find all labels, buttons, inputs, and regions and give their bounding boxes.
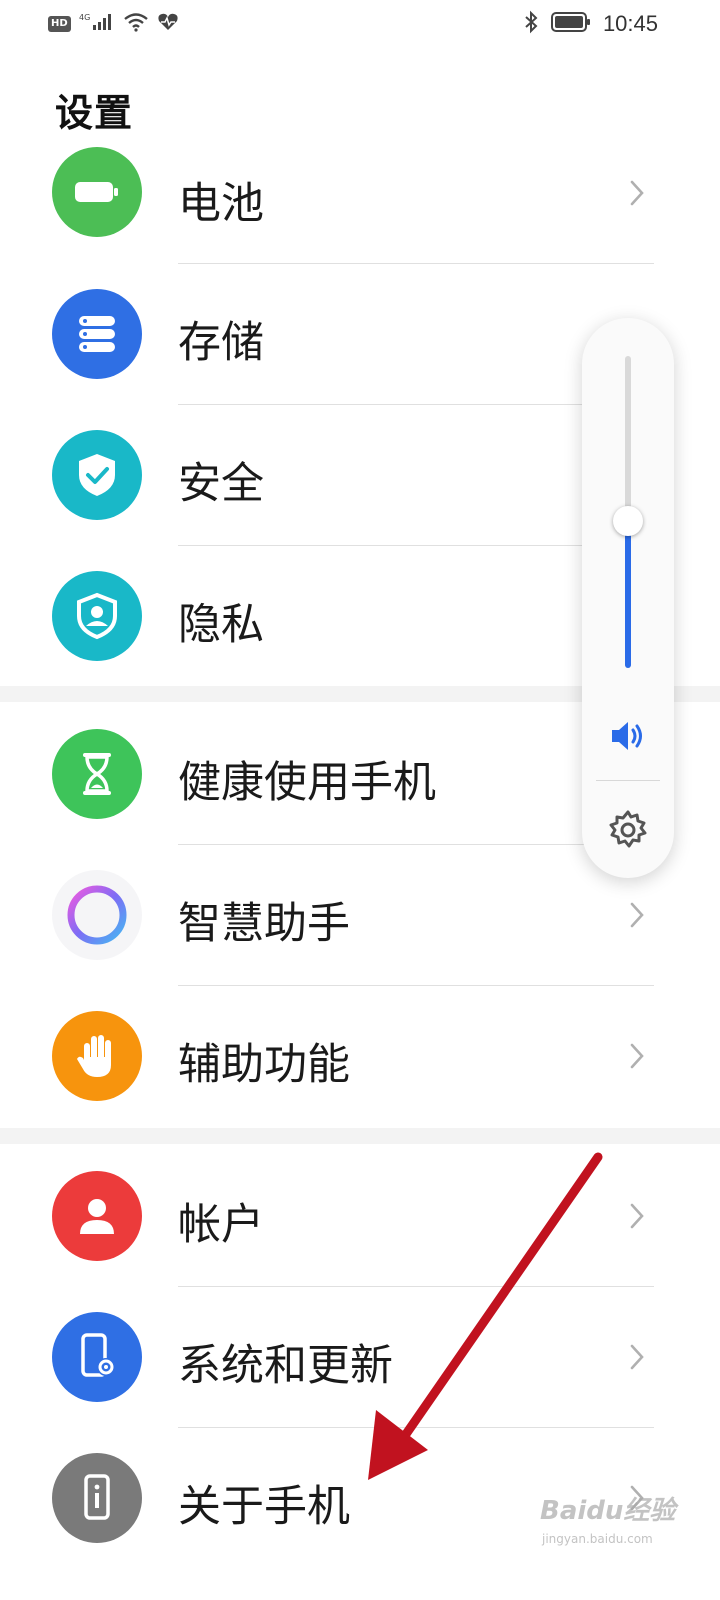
settings-item-label: 关于手机 [178,1482,350,1532]
settings-item-accessibility[interactable]: 辅助功能 [0,986,720,1126]
bluetooth-icon [523,10,539,38]
section-separator [0,1128,720,1144]
phone-settings-icon [52,1312,142,1402]
shield-check-icon [52,430,142,520]
status-right: 10:45 [523,10,658,38]
battery-icon [52,147,142,237]
gear-icon[interactable] [606,808,650,852]
settings-item-label: 电池 [178,179,264,229]
user-icon [52,1171,142,1261]
settings-item-battery[interactable]: 电池 [0,125,720,265]
chevron-right-icon [630,902,644,928]
storage-icon [52,289,142,379]
chevron-right-icon [630,180,644,206]
watermark-subtext: jingyan.baidu.com [542,1532,653,1546]
settings-item-accounts[interactable]: 帐户 [0,1146,720,1286]
settings-item-label: 存储 [178,318,264,368]
chevron-right-icon [630,1203,644,1229]
privacy-shield-icon [52,571,142,661]
chevron-right-icon [630,1344,644,1370]
battery-icon [550,11,591,37]
wifi-icon [123,12,149,36]
settings-item-label: 健康使用手机 [178,758,436,808]
network-type-label: 4G [79,13,90,22]
settings-item-label: 智慧助手 [178,899,350,949]
status-bar: HD 4G 10:45 [0,0,720,52]
heart-icon [157,12,179,36]
hd-badge: HD [48,16,71,32]
watermark: Baidu经验 [540,1496,676,1526]
settings-item-label: 辅助功能 [178,1040,350,1090]
volume-slider-fill [625,521,631,668]
settings-item-label: 隐私 [178,600,264,650]
status-left: HD 4G [48,12,179,36]
settings-item-label: 系统和更新 [178,1341,393,1391]
volume-slider-thumb[interactable] [613,506,643,536]
hourglass-icon [52,729,142,819]
phone-info-icon [52,1453,142,1543]
volume-panel [582,318,674,878]
signal-icon: 4G [79,12,115,36]
assistant-ring-icon [52,870,142,960]
chevron-right-icon [630,1043,644,1069]
hand-icon [52,1011,142,1101]
clock: 10:45 [602,11,658,36]
divider [596,780,660,781]
settings-item-label: 安全 [178,459,264,509]
speaker-icon[interactable] [608,718,648,754]
settings-item-label: 帐户 [178,1200,264,1250]
settings-item-system-updates[interactable]: 系统和更新 [0,1287,720,1427]
